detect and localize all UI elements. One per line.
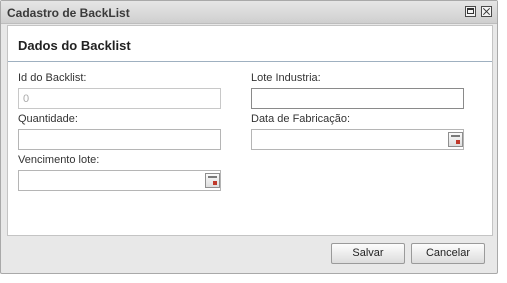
id-backlist-field[interactable] xyxy=(18,88,221,109)
vencimento-lote-field[interactable] xyxy=(18,170,221,191)
quantidade-field[interactable] xyxy=(18,129,221,150)
calendar-icon[interactable] xyxy=(205,173,220,188)
lote-industria-label: Lote Industria: xyxy=(251,72,321,84)
quantidade-label: Quantidade: xyxy=(18,113,78,125)
calendar-icon[interactable] xyxy=(448,132,463,147)
id-backlist-label: Id do Backlist: xyxy=(18,72,87,84)
data-fabricacao-label: Data de Fabricação: xyxy=(251,113,351,125)
cancel-button[interactable]: Cancelar xyxy=(411,243,485,264)
backlist-dialog: Cadastro de BackList Dados do Backlist I… xyxy=(0,0,498,274)
title-bar[interactable]: Cadastro de BackList xyxy=(1,1,497,24)
save-button[interactable]: Salvar xyxy=(331,243,405,264)
panel-title: Dados do Backlist xyxy=(18,38,131,53)
panel-header: Dados do Backlist xyxy=(8,26,492,62)
lote-industria-field[interactable] xyxy=(251,88,464,109)
data-fabricacao-field[interactable] xyxy=(251,129,464,150)
maximize-icon[interactable] xyxy=(465,6,476,17)
vencimento-lote-label: Vencimento lote: xyxy=(18,154,100,166)
form-panel: Dados do Backlist Id do Backlist: Quanti… xyxy=(7,25,493,236)
window-title: Cadastro de BackList xyxy=(7,6,130,20)
close-icon[interactable] xyxy=(481,6,492,17)
